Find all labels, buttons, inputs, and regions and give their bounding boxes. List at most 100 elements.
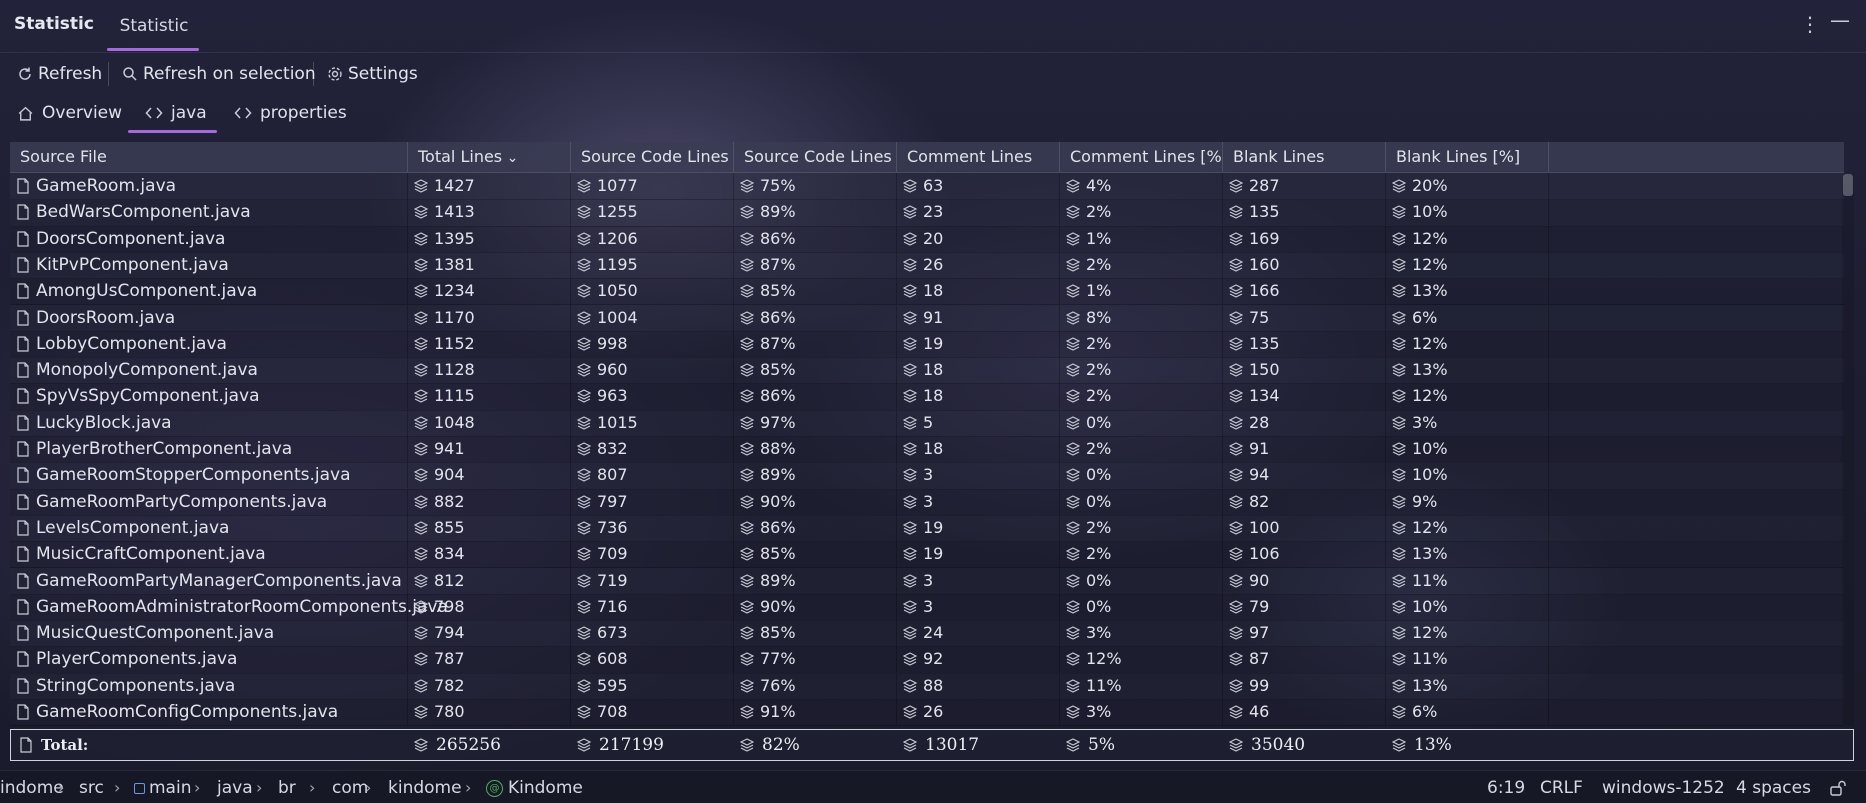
breadcrumb-item[interactable]: src xyxy=(79,778,104,798)
table-row[interactable]: PlayerBrotherComponent.java 941 832 88% 18 2%… xyxy=(10,436,1844,464)
cell-value: 608 xyxy=(597,649,628,669)
table-row[interactable]: GameRoom.java 1427 1077 75% 63 4% 287 20% xyxy=(10,173,1844,201)
code-icon xyxy=(234,107,252,119)
breadcrumb-item[interactable]: java xyxy=(217,778,253,798)
table-row[interactable]: BedWarsComponent.java 1413 1255 89% 23 2% 135 1… xyxy=(10,199,1844,227)
cell-value: 1115 xyxy=(434,386,475,406)
table-row[interactable]: MusicCraftComponent.java 834 709 85% 19 2% 106… xyxy=(10,541,1844,569)
layers-icon xyxy=(1229,442,1243,456)
breadcrumb-item[interactable]: kindome xyxy=(388,778,462,798)
table-row[interactable]: LevelsComponent.java 855 736 86% 19 2% 100 12% xyxy=(10,514,1844,543)
cell-value: 13% xyxy=(1412,544,1448,564)
table-row[interactable]: DoorsComponent.java 1395 1206 86% 20 1% 169 12% xyxy=(10,225,1844,253)
table-row[interactable]: GameRoomAdministratorRoomComponents.java… xyxy=(10,593,1844,622)
refresh-button[interactable]: Refresh xyxy=(17,62,102,86)
layers-icon xyxy=(903,705,917,719)
metric-cell: 28 xyxy=(1223,409,1386,436)
column-header[interactable]: Comment Lines xyxy=(897,142,1060,172)
layers-icon xyxy=(577,468,591,482)
column-header[interactable]: Source File xyxy=(10,142,408,172)
table-row[interactable]: KitPvPComponent.java 1381 1195 87% 26 2% 160 12… xyxy=(10,251,1844,280)
total-text: 5% xyxy=(1088,735,1115,755)
column-header[interactable]: Total Lines ⌄ xyxy=(408,142,571,172)
more-options-icon[interactable]: ⋮ xyxy=(1800,12,1820,36)
breadcrumb-item[interactable]: indome xyxy=(0,778,64,798)
metric-cell: 1077 xyxy=(571,173,734,199)
cell-value: 18 xyxy=(923,281,944,301)
layers-icon xyxy=(1392,738,1406,752)
table-row[interactable]: StringComponents.java 782 595 76% 88 11% 99 13% xyxy=(10,672,1844,700)
layers-icon xyxy=(903,679,917,693)
breadcrumb-item[interactable]: Kindome xyxy=(508,778,583,798)
table-row[interactable]: GameRoomStopperComponents.java 904 807 89% 3… xyxy=(10,462,1844,490)
layers-icon xyxy=(740,547,754,561)
module-icon xyxy=(134,783,145,794)
total-value: 5% xyxy=(1066,730,1115,760)
cell-value: 1048 xyxy=(434,412,475,432)
tab-statistic[interactable]: Statistic xyxy=(108,0,200,52)
vertical-scrollbar[interactable] xyxy=(1842,174,1854,726)
layers-icon xyxy=(1066,205,1080,219)
metric-cell: 1427 xyxy=(408,173,571,199)
table-row[interactable]: AmongUsComponent.java 1234 1050 85% 18 1% 166 1… xyxy=(10,278,1844,306)
cell-value: 12% xyxy=(1412,228,1448,248)
metric-cell: 1048 xyxy=(408,409,571,436)
table-row[interactable]: GameRoomPartyManagerComponents.java 812 71… xyxy=(10,567,1844,595)
source-file-cell: LevelsComponent.java xyxy=(10,514,408,541)
breadcrumb-item[interactable]: br xyxy=(278,778,296,798)
layers-icon xyxy=(1229,626,1243,640)
layers-icon xyxy=(1066,284,1080,298)
column-header[interactable]: Source Code Lines xyxy=(571,142,734,172)
file-icon xyxy=(17,599,29,615)
tab-properties[interactable]: properties xyxy=(234,100,347,126)
table-row[interactable]: MonopolyComponent.java 1128 960 85% 18 2% 150 1… xyxy=(10,357,1844,385)
metric-cell: 89% xyxy=(734,199,897,226)
metric-cell: 832 xyxy=(571,436,734,462)
breadcrumb-separator: › xyxy=(309,778,316,797)
file-icon xyxy=(17,467,29,483)
cell-value: 2% xyxy=(1086,333,1112,353)
table-row[interactable]: LobbyComponent.java 1152 998 87% 19 2% 135 12% xyxy=(10,330,1844,359)
caret-position[interactable]: 6:19 xyxy=(1487,778,1525,798)
column-header[interactable]: Source Code Lines [... xyxy=(734,142,897,172)
layers-icon xyxy=(1066,337,1080,351)
metric-cell: 2% xyxy=(1060,251,1223,278)
layers-icon xyxy=(740,738,754,752)
encoding-selector[interactable]: windows-1252 xyxy=(1602,778,1725,798)
cell-value: 1015 xyxy=(597,412,638,432)
settings-button[interactable]: Settings xyxy=(327,62,418,86)
column-header[interactable]: Blank Lines [%] xyxy=(1386,142,1549,172)
layers-icon xyxy=(1066,179,1080,193)
breadcrumb-label: Kindome xyxy=(508,778,583,798)
refresh-on-selection-button[interactable]: Refresh on selection xyxy=(122,62,316,86)
cell-value: 87 xyxy=(1249,649,1270,669)
breadcrumb-item[interactable]: main xyxy=(149,778,191,798)
table-row[interactable]: DoorsRoom.java 1170 1004 86% 91 8% 75 6% xyxy=(10,304,1844,332)
unlock-icon[interactable] xyxy=(1830,780,1848,800)
table-row[interactable]: SpyVsSpyComponent.java 1115 963 86% 18 2% 134 1… xyxy=(10,383,1844,411)
metric-cell: 91 xyxy=(1223,436,1386,462)
total-value: 35040 xyxy=(1229,730,1305,760)
table-row[interactable]: PlayerComponents.java 787 608 77% 92 12% 87 11% xyxy=(10,646,1844,674)
line-ending-selector[interactable]: CRLF xyxy=(1540,778,1583,798)
scrollbar-thumb[interactable] xyxy=(1843,174,1853,196)
column-header[interactable]: Blank Lines xyxy=(1223,142,1386,172)
metric-cell: 1381 xyxy=(408,251,571,278)
tab-overview[interactable]: Overview xyxy=(17,100,122,126)
layers-icon xyxy=(903,626,917,640)
layers-icon xyxy=(740,705,754,719)
indent-selector[interactable]: 4 spaces xyxy=(1736,778,1811,798)
layers-icon xyxy=(414,679,428,693)
tab-java[interactable]: java xyxy=(145,100,207,126)
layers-icon xyxy=(1066,363,1080,377)
search-icon xyxy=(123,67,137,81)
breadcrumb-item[interactable]: com xyxy=(332,778,368,798)
table-row[interactable]: MusicQuestComponent.java 794 673 85% 24 3% 97 1… xyxy=(10,620,1844,648)
status-bar: indome src main java br com kindome Kindome @ › › ›… xyxy=(0,770,1866,803)
minimize-icon[interactable]: — xyxy=(1830,8,1850,32)
table-row[interactable]: GameRoomConfigComponents.java 780 708 91% 26… xyxy=(10,699,1844,727)
column-header[interactable]: Comment Lines [%] xyxy=(1060,142,1223,172)
metric-cell: 1395 xyxy=(408,225,571,252)
table-row[interactable]: LuckyBlock.java 1048 1015 97% 5 0% 28 3% xyxy=(10,409,1844,437)
table-row[interactable]: GameRoomPartyComponents.java 882 797 90% 3 0%… xyxy=(10,488,1844,516)
